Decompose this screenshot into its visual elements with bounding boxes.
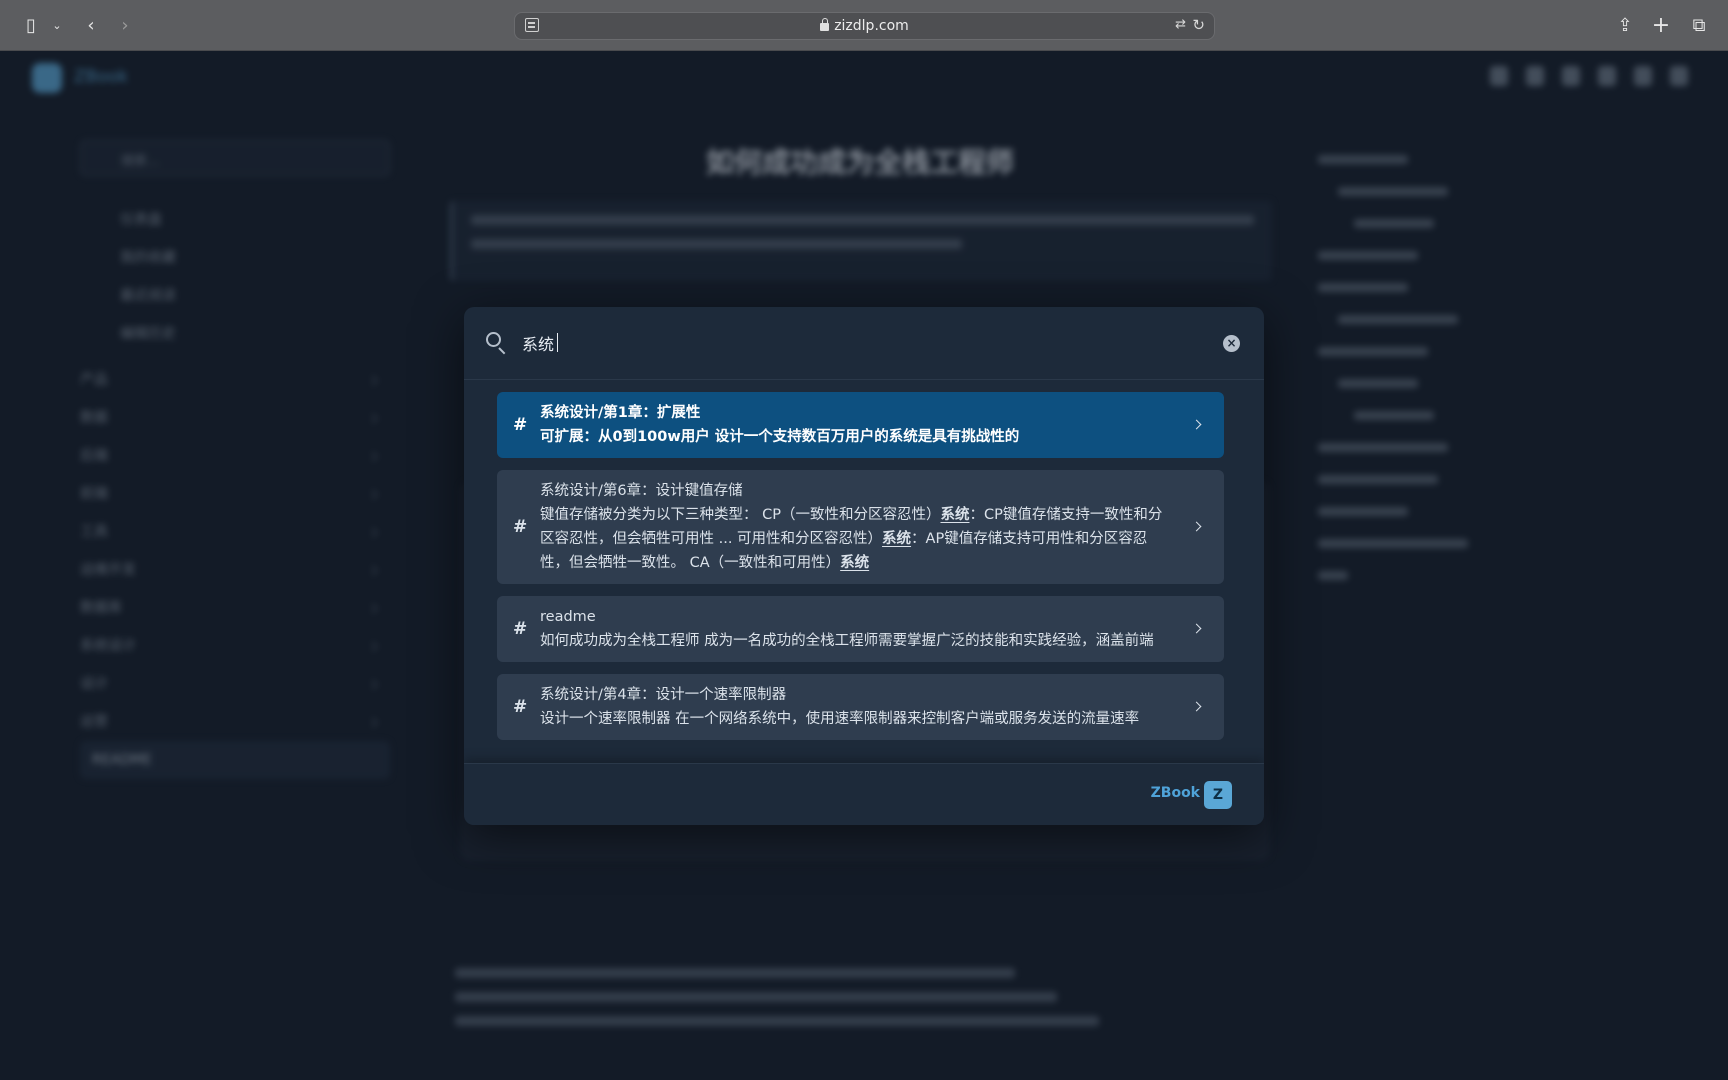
sidebar-item: 最近阅读: [120, 288, 176, 304]
sidebar-category: 产品: [80, 361, 390, 399]
sidebar-category: 前端: [80, 475, 390, 513]
table-of-contents: [1318, 144, 1538, 592]
search-result[interactable]: # 系统设计/第4章：设计一个速率限制器 设计一个速率限制器 在一个网络系统中，…: [497, 674, 1224, 740]
chevron-right-icon: [1191, 419, 1202, 430]
address-bar[interactable]: zizdlp.com ⇄ ↻: [514, 12, 1215, 40]
page-title: 如何成功成为全栈工程师: [706, 146, 1015, 179]
chevron-right-icon: [1191, 623, 1202, 634]
search-result[interactable]: # 系统设计/第1章：扩展性 可扩展：从0到100w用户 设计一个支持数百万用户…: [497, 392, 1224, 458]
sidebar: 仪表盘 我的收藏 最近阅读 编辑历史 产品 数据 后端 前端 工具 运维开发 数…: [80, 201, 390, 779]
sidebar-category: 数据: [80, 399, 390, 437]
result-snippet: 如何成功成为全栈工程师 成为一名成功的全栈工程师需要掌握广泛的技能和实践经验，涵…: [540, 633, 1154, 649]
clear-search-button[interactable]: ×: [1223, 335, 1240, 352]
sidebar-category: 设计: [80, 665, 390, 703]
search-input[interactable]: [522, 327, 1182, 359]
match-highlight: 系统: [882, 531, 912, 547]
sidebar-toggle-icon[interactable]: ▯: [18, 13, 44, 39]
sidebar-search: 搜索...: [80, 140, 390, 176]
sidebar-category: 工具: [80, 513, 390, 551]
chevron-right-icon: [1191, 521, 1202, 532]
footer-brand: ZBook: [1150, 785, 1200, 801]
language-icon: [1490, 66, 1508, 86]
chevron-down-icon[interactable]: ⌄: [44, 13, 70, 39]
hash-icon: #: [513, 415, 528, 435]
doc-icon: [1526, 66, 1544, 86]
result-title: 系统设计/第1章：扩展性: [540, 405, 701, 421]
result-title: 系统设计/第4章：设计一个速率限制器: [540, 687, 787, 703]
top-nav-icons: [1490, 66, 1688, 86]
zbook-logo-icon: Z: [1204, 781, 1232, 809]
sidebar-item: 仪表盘: [120, 212, 162, 228]
user-icon: [1562, 66, 1580, 86]
bell-icon: [1634, 66, 1652, 86]
intro-quote: [450, 201, 1272, 281]
site-logo: [32, 63, 62, 93]
avatar: [1670, 66, 1688, 86]
content-bullets: [455, 968, 1155, 1040]
result-title: readme: [540, 609, 596, 625]
sidebar-category: 运营: [80, 703, 390, 741]
search-result[interactable]: # readme 如何成功成为全栈工程师 成为一名成功的全栈工程师需要掌握广泛的…: [497, 596, 1224, 662]
sidebar-category: 系统设计: [80, 627, 390, 665]
chevron-right-icon: [1191, 701, 1202, 712]
site-name: ZBook: [74, 67, 128, 87]
sidebar-category: 数据库: [80, 589, 390, 627]
tab-overview-icon[interactable]: ⧉: [1686, 13, 1712, 39]
result-snippet: 设计一个速率限制器 在一个网络系统中，使用速率限制器来控制客户端或服务发送的流量…: [540, 711, 1140, 727]
search-result[interactable]: # 系统设计/第6章：设计键值存储 键值存储被分类为以下三种类型： CP（一致性…: [497, 470, 1224, 584]
result-snippet: 键值存储被分类为以下三种类型： CP（一致性和分区容忍性）系统：CP键值存储支持…: [540, 507, 1163, 571]
hash-icon: #: [513, 697, 528, 717]
forward-button[interactable]: ›: [112, 13, 138, 39]
result-snippet: 可扩展：从0到100w用户 设计一个支持数百万用户的系统是具有挑战性的: [540, 429, 1020, 445]
hash-icon: #: [513, 619, 528, 639]
reload-icon[interactable]: ↻: [1192, 16, 1205, 34]
sidebar-category: 运维开发: [80, 551, 390, 589]
hash-icon: #: [513, 517, 528, 537]
search-modal: × # 系统设计/第1章：扩展性 可扩展：从0到100w用户 设计一个支持数百万…: [464, 307, 1264, 825]
sidebar-item: 编辑历史: [120, 326, 176, 342]
sidebar-category: 后端: [80, 437, 390, 475]
text-caret: [557, 333, 558, 352]
share-icon[interactable]: ⇪: [1612, 13, 1638, 39]
sidebar-item-active: README: [80, 741, 390, 779]
result-title: 系统设计/第6章：设计键值存储: [540, 483, 743, 499]
url-text: zizdlp.com: [834, 18, 909, 34]
lock-icon: [820, 18, 830, 31]
translate-icon[interactable]: ⇄: [1175, 17, 1186, 32]
match-highlight: 系统: [940, 507, 970, 523]
browser-toolbar: ▯ ⌄ ‹ › zizdlp.com ⇄ ↻ ⇪ + ⧉: [0, 0, 1728, 51]
search-header: ×: [464, 307, 1264, 380]
theme-icon: [1598, 66, 1616, 86]
back-button[interactable]: ‹: [78, 13, 104, 39]
match-highlight: 系统: [840, 555, 870, 571]
search-icon: [486, 332, 508, 355]
search-footer: ZBook Z: [464, 763, 1264, 825]
search-results: # 系统设计/第1章：扩展性 可扩展：从0到100w用户 设计一个支持数百万用户…: [497, 392, 1224, 752]
new-tab-icon[interactable]: +: [1648, 13, 1674, 39]
sidebar-item: 我的收藏: [120, 250, 176, 266]
